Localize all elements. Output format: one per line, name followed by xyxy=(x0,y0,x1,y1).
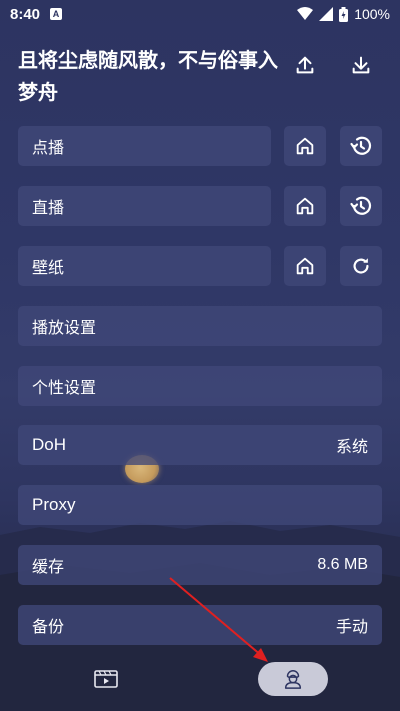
playback-settings-row[interactable]: 播放设置 xyxy=(18,306,382,346)
settings-tab[interactable] xyxy=(258,662,328,696)
battery-icon xyxy=(339,6,349,22)
doh-label: DoH xyxy=(32,435,67,454)
history-icon xyxy=(350,136,372,155)
download-icon xyxy=(352,56,370,74)
personalization-label: 个性设置 xyxy=(32,378,97,397)
signal-icon xyxy=(319,7,334,21)
backup-row[interactable]: 备份 手动 xyxy=(18,605,382,645)
backup-value: 手动 xyxy=(335,617,368,636)
doh-row[interactable]: DoH 系统 xyxy=(18,425,382,465)
cache-value: 8.6 MB xyxy=(317,556,368,573)
live-label: 直播 xyxy=(32,198,65,217)
wifi-icon xyxy=(297,7,314,20)
battery-percent: 100% xyxy=(354,6,390,22)
home-icon xyxy=(296,257,314,275)
video-tab-icon xyxy=(94,670,118,688)
status-bar: 8:40 A 100% xyxy=(0,0,400,28)
proxy-label: Proxy xyxy=(32,495,76,514)
status-time: 8:40 xyxy=(10,5,41,23)
bottom-navigation xyxy=(0,655,400,711)
live-history-button[interactable] xyxy=(340,186,382,226)
wallpaper-row[interactable]: 壁纸 xyxy=(18,246,271,286)
wallpaper-refresh-button[interactable] xyxy=(340,246,382,286)
upload-icon xyxy=(296,56,314,74)
proxy-row[interactable]: Proxy xyxy=(18,485,382,525)
home-icon xyxy=(296,197,314,215)
personalization-row[interactable]: 个性设置 xyxy=(18,366,382,406)
refresh-icon xyxy=(353,258,369,274)
wallpaper-home-button[interactable] xyxy=(284,246,326,286)
doh-value: 系统 xyxy=(335,437,368,456)
upload-button[interactable] xyxy=(290,50,320,80)
settings-tab-icon xyxy=(284,670,302,689)
download-button[interactable] xyxy=(346,50,376,80)
vod-row[interactable]: 点播 xyxy=(18,126,271,166)
notification-icon: A xyxy=(50,8,63,20)
wallpaper-label: 壁纸 xyxy=(32,258,65,277)
cache-row[interactable]: 缓存 8.6 MB xyxy=(18,545,382,585)
page-title: 且将尘虑随风散，不与俗事入梦舟 xyxy=(18,48,278,104)
history-icon xyxy=(350,196,372,215)
status-indicators: 100% xyxy=(297,6,390,22)
live-row[interactable]: 直播 xyxy=(18,186,271,226)
cache-label: 缓存 xyxy=(32,557,65,576)
vod-history-button[interactable] xyxy=(340,126,382,166)
video-tab[interactable] xyxy=(93,668,119,690)
backup-label: 备份 xyxy=(32,617,65,636)
vod-label: 点播 xyxy=(32,138,65,157)
playback-settings-label: 播放设置 xyxy=(32,318,97,337)
vod-home-button[interactable] xyxy=(284,126,326,166)
live-home-button[interactable] xyxy=(284,186,326,226)
home-icon xyxy=(296,137,314,155)
